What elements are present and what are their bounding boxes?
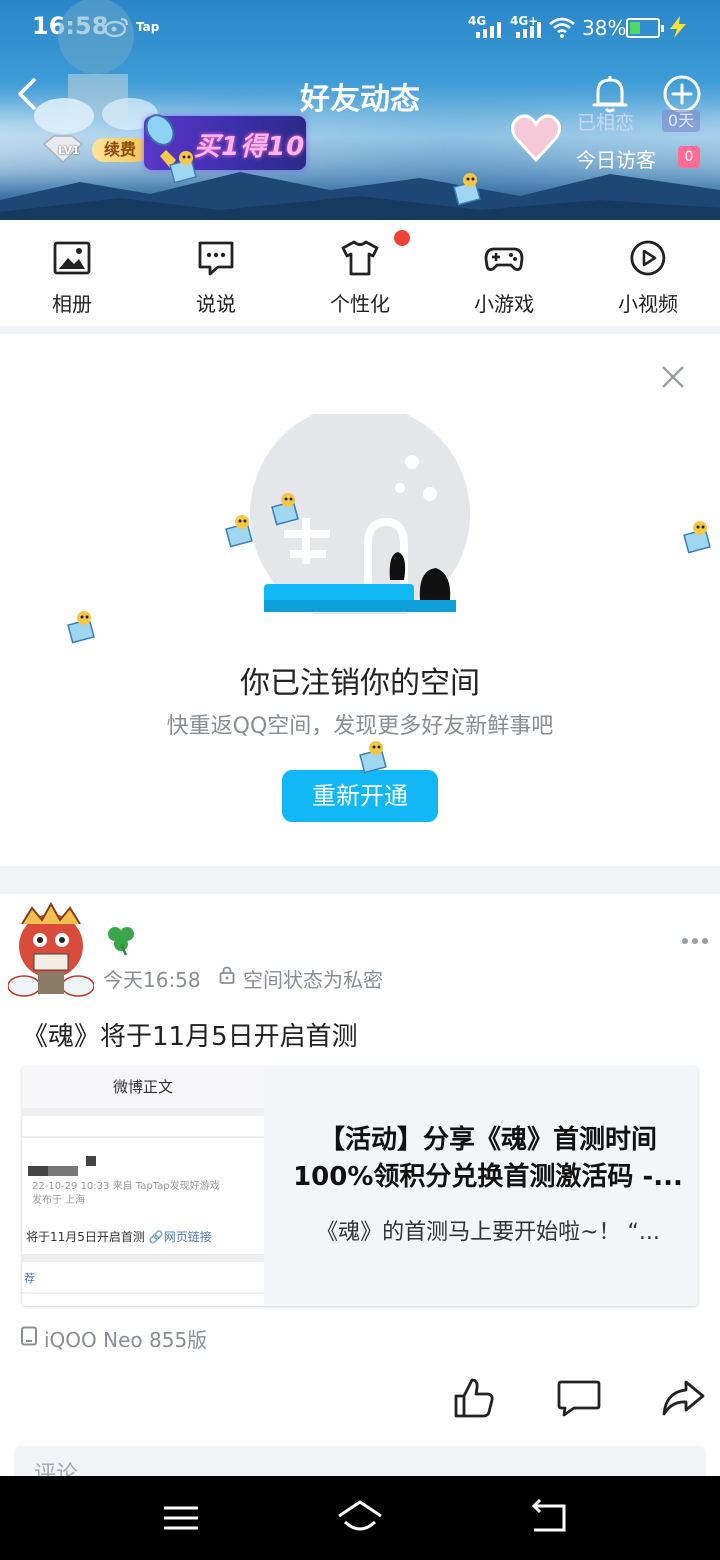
home-icon[interactable] (335, 1496, 385, 1540)
wifi-icon (549, 17, 575, 38)
gift-sticker-icon-7 (359, 741, 387, 774)
battery-icon (626, 18, 664, 38)
action-album[interactable]: 相册 (0, 238, 144, 317)
gift-sticker-icon (453, 173, 481, 206)
shared-link-title: 【活动】分享《魂》首测时间100%领积分兑换首测激活码 -... (293, 1125, 683, 1192)
thumb-header: 微博正文 (22, 1066, 264, 1108)
thumb-text-line: 将于11月5日开启首测 🔗网页链接 (26, 1228, 212, 1245)
section-divider-2 (0, 866, 720, 894)
action-minigames[interactable]: 小游戏 (432, 238, 576, 317)
device-label: iQOO Neo 855版 (44, 1328, 208, 1352)
gift-sticker-icon-2 (169, 151, 197, 184)
avatar[interactable] (8, 902, 94, 1000)
play-icon (630, 240, 666, 276)
action-personalize-label: 个性化 (330, 292, 390, 316)
share-icon[interactable] (660, 1378, 706, 1418)
vip-level-badge[interactable]: LV1 续费 (38, 132, 148, 166)
thumb-meta: 22-10-29 10:33 来自 TapTap发现好游戏 发布于 上海 (32, 1180, 220, 1208)
shared-link-description: 《魂》的首测马上要开始啦~！ “... (316, 1220, 660, 1245)
action-album-label: 相册 (52, 292, 92, 316)
heart-icon[interactable] (508, 110, 564, 166)
thumb-link: 网页链接 (163, 1230, 212, 1244)
tshirt-icon (341, 240, 379, 276)
level-label: LV1 (58, 144, 80, 157)
profile-banner: 16:58 Tap 4G 4G+ 38% (0, 0, 720, 220)
today-visitors-count: 0 (678, 146, 700, 168)
lock-icon (219, 966, 235, 984)
personalize-notification-dot (394, 230, 410, 246)
shared-link-thumbnail: 微博正文 22-10-29 10:33 来自 TapTap发现好游戏 发布于 上… (22, 1066, 264, 1306)
today-visitors-label[interactable]: 今日访客 (576, 144, 656, 173)
thumb-meta-time: 22-10-29 10:33 来自 TapTap发现好游戏 (32, 1181, 220, 1192)
quick-actions-bar: 相册 说说 个性化 小游戏 小视频 (0, 220, 720, 326)
action-shuoshuo-label: 说说 (196, 292, 236, 316)
comment-icon[interactable] (556, 1378, 602, 1418)
signal-icon-2 (516, 22, 541, 38)
thumb-redacted-2 (48, 1166, 78, 1176)
vip-promo-text: 买1得10 (194, 132, 306, 162)
reopen-button[interactable]: 重新开通 (282, 770, 438, 822)
battery-nub (661, 25, 664, 32)
battery-fill (630, 22, 640, 34)
action-shortvideo-label: 小视频 (618, 292, 678, 316)
thumb-redacted-3 (86, 1156, 96, 1166)
thumb-divider-2 (22, 1136, 264, 1138)
closed-space-title: 你已注销你的空间 (240, 666, 480, 701)
thumb-link-icon: 🔗 (148, 1230, 164, 1244)
gift-sticker-icon-4 (271, 493, 299, 526)
clover-icon (108, 927, 134, 956)
gift-sticker-icon-5 (683, 521, 711, 554)
couple-status-label[interactable]: 已相恋 (577, 108, 634, 135)
shared-link-card[interactable]: 微博正文 22-10-29 10:33 来自 TapTap发现好游戏 发布于 上… (22, 1066, 698, 1306)
chat-bubble-icon (198, 241, 234, 276)
thumb-divider (22, 1108, 264, 1116)
action-personalize[interactable]: 个性化 (288, 238, 432, 317)
gamepad-icon (484, 247, 524, 271)
thumb-divider-3 (22, 1254, 264, 1262)
post-time: 今天16:58 (103, 968, 201, 992)
back-icon[interactable] (524, 1496, 574, 1540)
privacy-status: 空间状态为私密 (243, 968, 383, 992)
thumb-text: 将于11月5日开启首测 (26, 1230, 145, 1244)
couple-days-badge: 0天 (662, 110, 700, 132)
thumb-meta-location: 发布于 上海 (32, 1195, 86, 1206)
post-content: 《魂》将于11月5日开启首测 (22, 1022, 358, 1052)
phone-icon (21, 1326, 37, 1346)
like-icon[interactable] (452, 1376, 496, 1420)
close-icon[interactable] (660, 364, 686, 390)
section-divider (0, 326, 720, 334)
gift-sticker-icon-3 (225, 515, 253, 548)
feed-post: 今天16:58 空间状态为私密 《魂》将于11月5日开启首测 微博正文 22-1… (0, 894, 720, 1506)
gift-sticker-icon-6 (67, 611, 95, 644)
action-shortvideo[interactable]: 小视频 (576, 238, 720, 317)
thumb-recommend: 荐 (24, 1272, 35, 1285)
closed-space-card: 你已注销你的空间 快重返QQ空间，发现更多好友新鲜事吧 重新开通 (0, 334, 720, 866)
signal-icon (476, 22, 501, 38)
album-icon (53, 241, 91, 275)
charging-icon (670, 16, 686, 38)
action-minigames-label: 小游戏 (474, 292, 534, 316)
system-navigation-bar (0, 1476, 720, 1560)
menu-icon[interactable] (156, 1496, 206, 1540)
thumb-divider-4 (22, 1292, 264, 1294)
more-options-icon[interactable] (680, 934, 710, 948)
battery-percent: 38% (582, 16, 627, 40)
action-shuoshuo[interactable]: 说说 (144, 238, 288, 317)
thumb-redacted (28, 1166, 48, 1176)
